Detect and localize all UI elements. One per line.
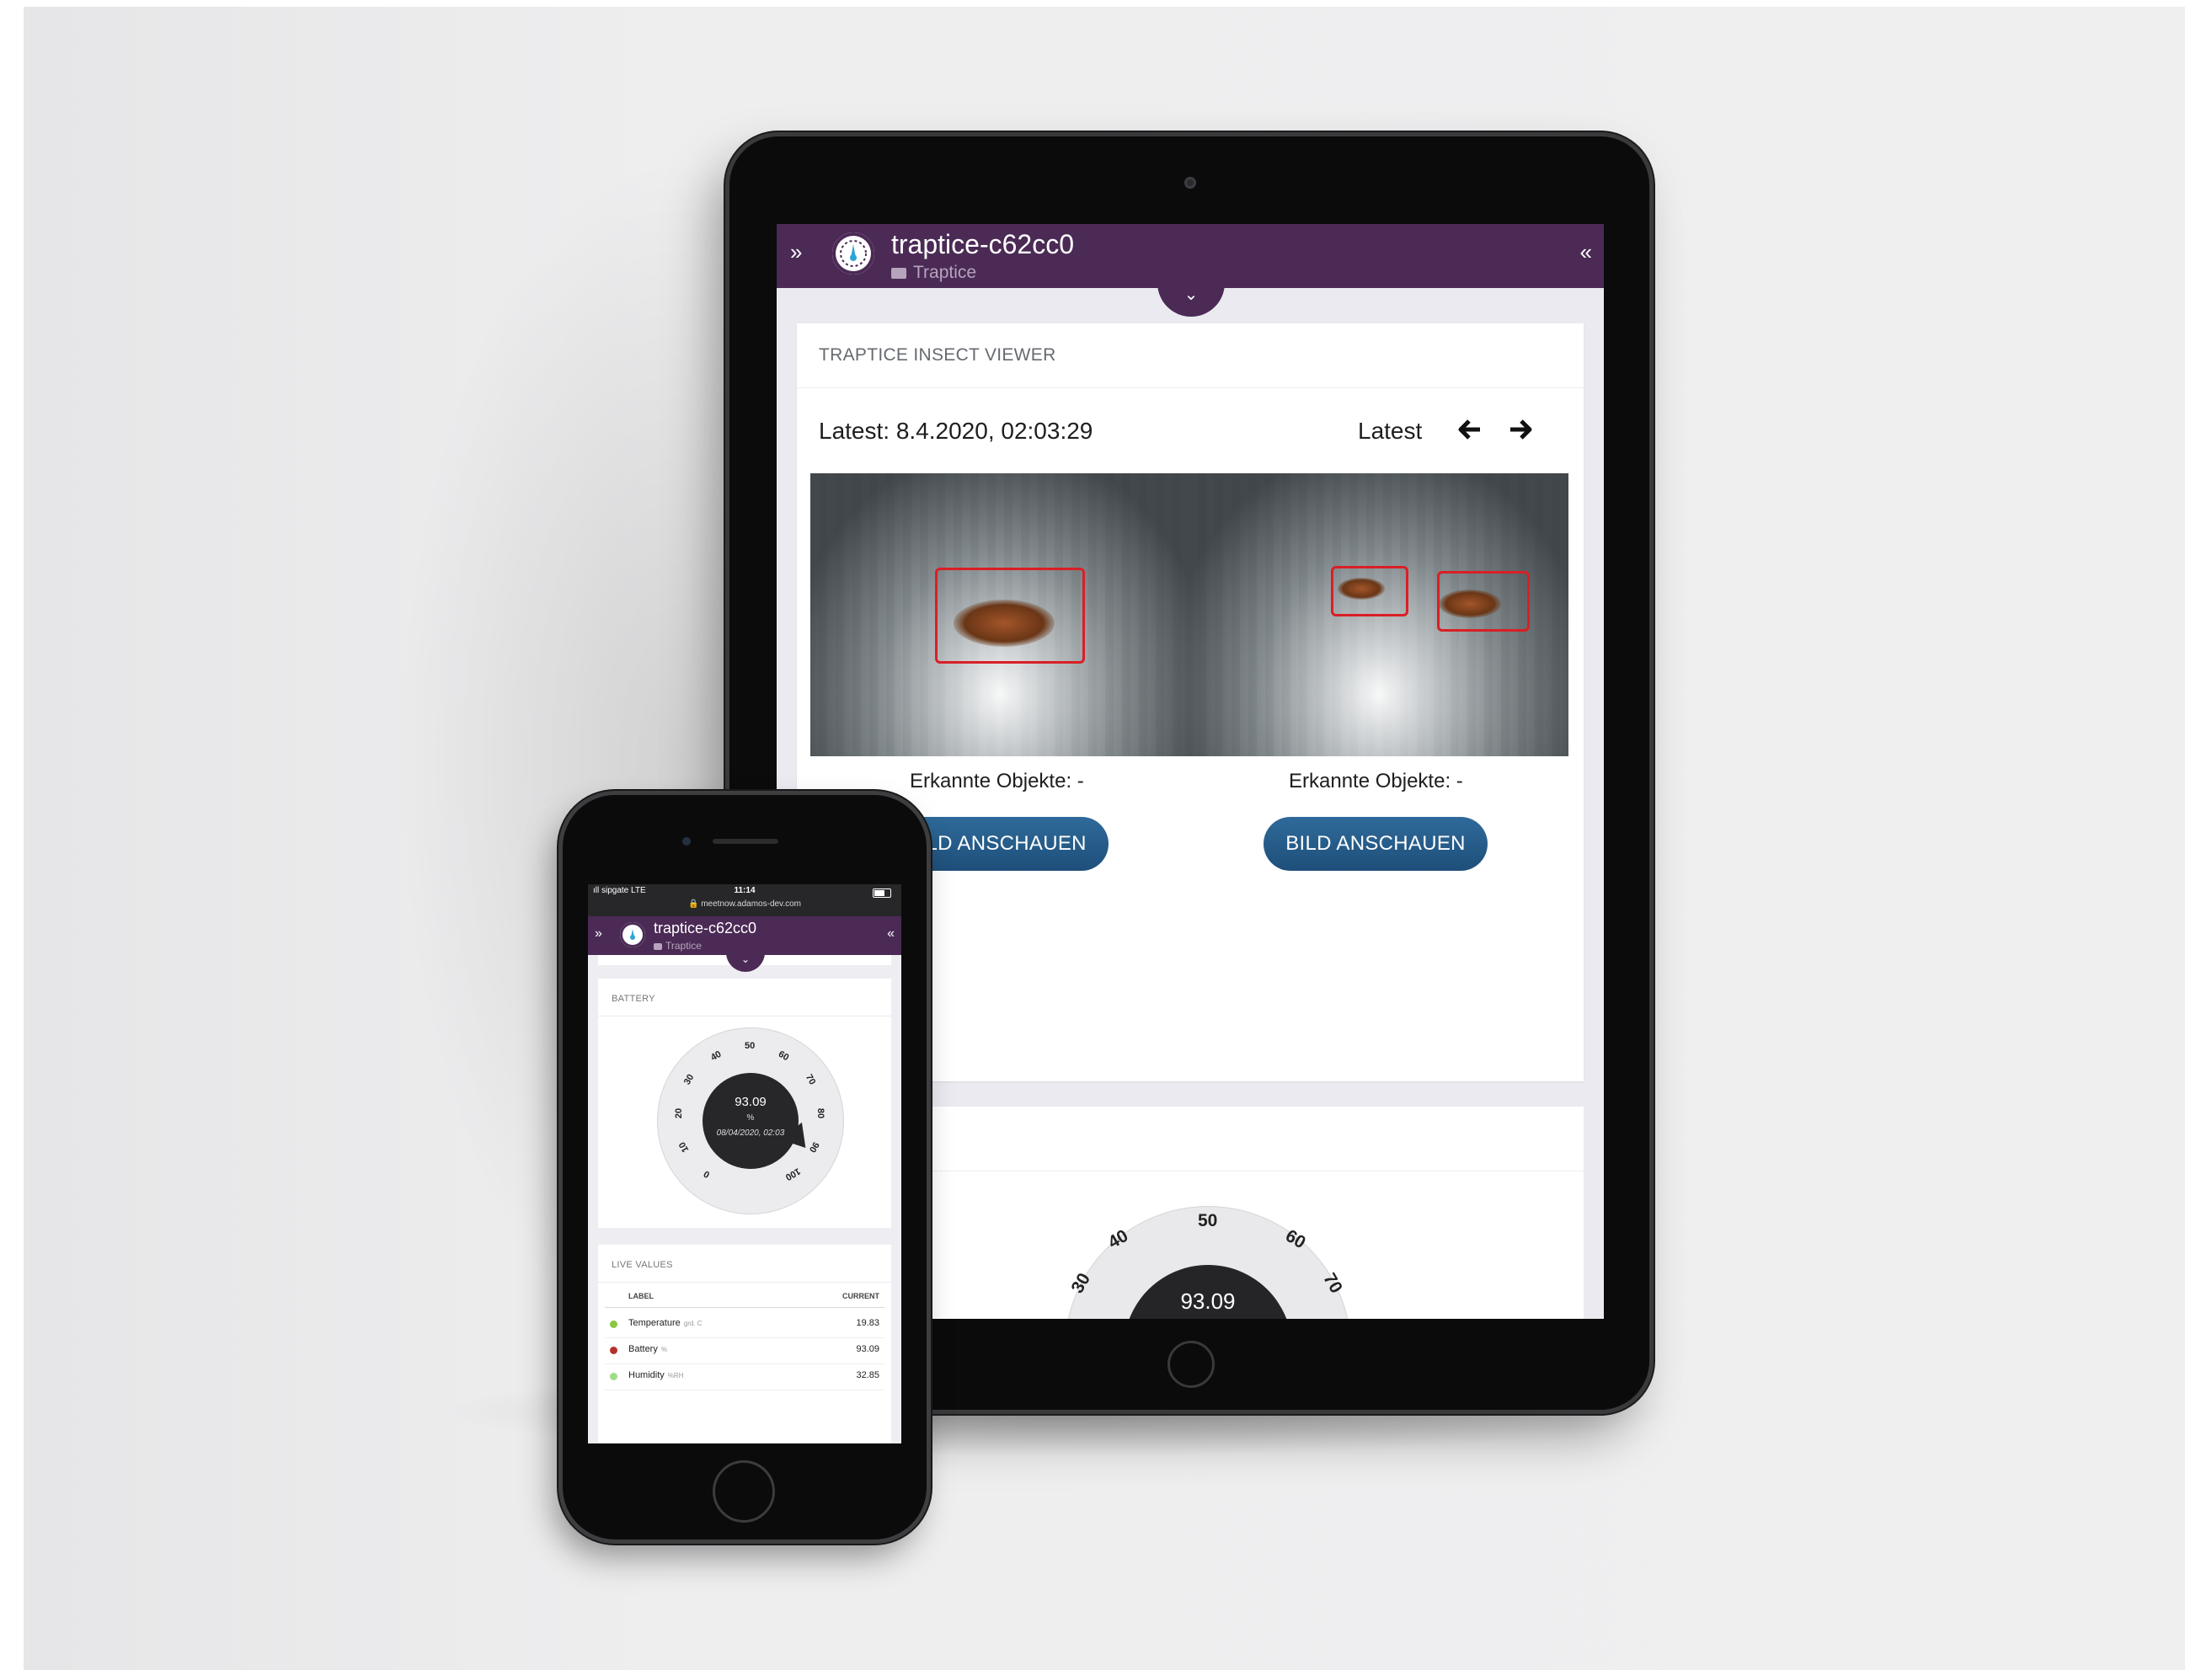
expand-sidebar-icon[interactable]: » [790, 239, 802, 265]
view-image-button-right[interactable]: BILD ANSCHAUEN [1264, 817, 1488, 871]
status-dot [610, 1347, 617, 1354]
row-value: 19.83 [856, 1318, 879, 1328]
status-dot [610, 1321, 617, 1328]
latest-button[interactable]: Latest [1358, 418, 1422, 445]
card-title: LIVE VALUES [612, 1260, 673, 1270]
expand-sidebar-icon[interactable]: » [595, 926, 602, 942]
battery-unit: % [746, 1113, 755, 1123]
arrow-left-icon[interactable] [1457, 413, 1483, 454]
gauge-tick: 50 [745, 1041, 756, 1051]
device-name: traptice-c62cc0 [654, 920, 757, 936]
trap-image-left[interactable] [810, 473, 1189, 756]
device-group: Traptice [891, 263, 976, 283]
chevron-down-icon: ⌄ [740, 953, 751, 965]
folder-icon [891, 267, 906, 279]
detection-box [1331, 566, 1408, 616]
row-value: 32.85 [856, 1370, 879, 1380]
header-dropdown-toggle[interactable]: ⌄ [726, 948, 765, 972]
table-row[interactable]: Temperature grd. C 19.83 [605, 1312, 884, 1338]
battery-timestamp: 08/04/2020, 02:03 [716, 1128, 785, 1138]
device-name: traptice-c62cc0 [891, 229, 1074, 259]
battery-gauge-value: 93.09 [1180, 1289, 1236, 1314]
phone-home-button [713, 1460, 775, 1523]
chevron-down-icon: ⌄ [1183, 285, 1199, 304]
tablet-camera [1184, 177, 1196, 189]
trap-image-right[interactable] [1189, 473, 1568, 756]
phone-device: ıll sipgate LTE 11:14 🔒 meetnow.adamos-d… [563, 795, 927, 1539]
battery-status-icon [873, 888, 891, 898]
gauge-icon [832, 232, 874, 275]
card-title: BATTERY [612, 994, 655, 1004]
divider [605, 1307, 884, 1308]
phone-screen: ıll sipgate LTE 11:14 🔒 meetnow.adamos-d… [588, 884, 901, 1443]
row-label: Battery% [628, 1344, 667, 1354]
collapse-sidebar-icon[interactable]: « [1580, 239, 1592, 265]
tablet-home-button [1167, 1341, 1215, 1388]
header-dropdown-toggle[interactable]: ⌄ [1157, 278, 1225, 317]
collapse-sidebar-icon[interactable]: « [887, 926, 895, 942]
browser-url[interactable]: 🔒 meetnow.adamos-dev.com [588, 899, 901, 909]
detection-box [1437, 571, 1530, 632]
table-row[interactable]: Humidity %RH 32.85 [605, 1364, 884, 1390]
battery-value: 93.09 [735, 1095, 767, 1109]
folder-icon [654, 942, 662, 950]
image-caption-left: Erkannte Objekte: - [910, 770, 1084, 792]
status-time: 11:14 [734, 886, 756, 895]
phone-camera [682, 837, 691, 846]
row-value: 93.09 [856, 1344, 879, 1354]
gauge-icon [620, 922, 645, 947]
gauge-tick: 50 [1198, 1211, 1218, 1230]
device-group: Traptice [654, 940, 702, 952]
column-header-current: CURRENT [842, 1292, 879, 1300]
card-title: TRAPTICE INSECT VIEWER [819, 345, 1056, 365]
trap-image-strip [810, 473, 1568, 756]
table-row[interactable]: Battery% 93.09 [605, 1338, 884, 1364]
arrow-right-icon[interactable] [1508, 413, 1533, 454]
divider [598, 1282, 891, 1283]
phone-speaker [713, 839, 778, 844]
battery-card: BATTERY 93.09 % 08/04/2020, 02:03 0 10 2… [598, 979, 891, 1228]
detection-box [935, 568, 1085, 664]
status-bar: ıll sipgate LTE 11:14 🔒 meetnow.adamos-d… [588, 884, 901, 916]
gauge-tick: 20 [674, 1107, 685, 1119]
row-label: Temperature grd. C [628, 1318, 703, 1328]
latest-timestamp: Latest: 8.4.2020, 02:03:29 [819, 418, 1093, 444]
row-label: Humidity %RH [628, 1370, 684, 1380]
column-header-label: LABEL [628, 1292, 654, 1300]
live-values-card: LIVE VALUES LABEL CURRENT Temperature grd… [598, 1245, 891, 1443]
image-caption-right: Erkannte Objekte: - [1289, 770, 1463, 792]
status-dot [610, 1373, 617, 1380]
divider [797, 387, 1584, 388]
gauge-tick: 80 [815, 1107, 826, 1119]
